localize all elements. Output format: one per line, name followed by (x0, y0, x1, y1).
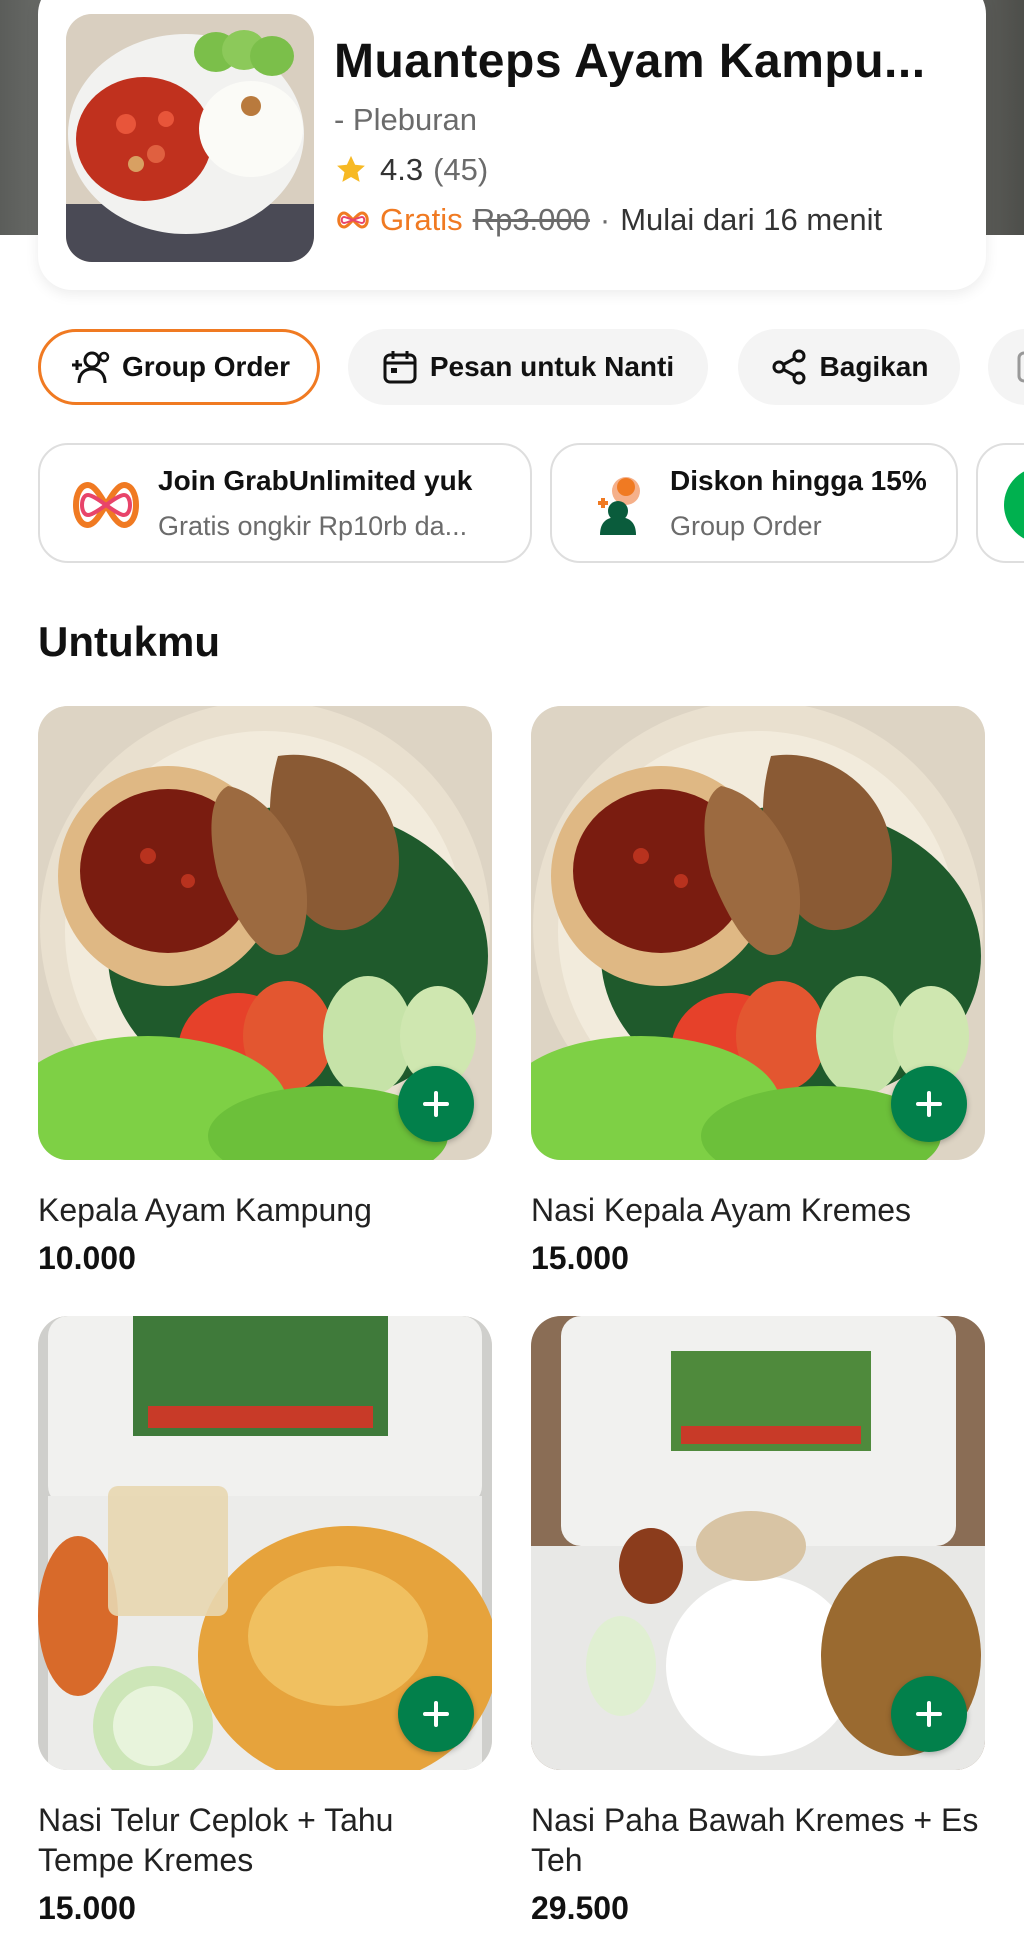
menu-item-price: 10.000 (38, 1240, 136, 1276)
add-to-cart-button[interactable] (398, 1066, 474, 1142)
share-icon (772, 349, 806, 385)
delivery-eta: Mulai dari 16 menit (620, 202, 883, 237)
menu-item[interactable]: Nasi Telur Ceplok + Tahu Tempe Kremes 15… (38, 1316, 492, 1928)
delivery-separator: · (599, 202, 611, 237)
menu-item-name: Nasi Telur Ceplok + Tahu Tempe Kremes (38, 1802, 394, 1878)
menu-item-photo (38, 1316, 492, 1770)
star-icon (337, 155, 365, 182)
group-order-label: Group Order (121, 351, 290, 382)
plus-icon (916, 1091, 942, 1117)
menu-item-name: Kepala Ayam Kampung (38, 1192, 372, 1228)
order-later-button[interactable]: Pesan untuk Nanti (348, 329, 708, 405)
more-actions-button[interactable] (988, 329, 1024, 405)
group-order-button[interactable]: Group Order (38, 329, 320, 405)
add-to-cart-button[interactable] (891, 1676, 967, 1752)
menu-item-price: 15.000 (531, 1240, 629, 1276)
merchant-thumbnail (66, 14, 314, 262)
action-bar: Group Order Pesan untuk Nanti Bagikan (38, 329, 1024, 405)
rating-count: (45) (433, 152, 489, 187)
delivery-original-fee: Rp3.000 (472, 202, 590, 237)
plus-icon (916, 1701, 942, 1727)
add-to-cart-button[interactable] (398, 1676, 474, 1752)
menu-item[interactable]: Nasi Kepala Ayam Kremes 15.000 (531, 706, 985, 1278)
group-users-icon (71, 351, 110, 384)
merchant-name: Muanteps Ayam Kampu... (334, 35, 926, 88)
menu-item[interactable]: Kepala Ayam Kampung 10.000 (38, 706, 492, 1278)
grabunlimited-icon (337, 211, 369, 229)
promo-card-grabunlimited[interactable]: Join GrabUnlimited yuk Gratis ongkir Rp1… (38, 443, 532, 563)
grabunlimited-icon (73, 481, 139, 529)
merchant-info: Muanteps Ayam Kampu... - Pleburan 4.3 (4… (334, 30, 974, 240)
merchant-page: Muanteps Ayam Kampu... - Pleburan 4.3 (4… (0, 0, 1024, 1956)
menu-item-name: Nasi Paha Bawah Kremes + Es Teh (531, 1802, 979, 1878)
rating-value: 4.3 (380, 152, 424, 187)
merchant-rating[interactable]: 4.3 (45) (334, 150, 974, 190)
menu-item-price: 29.500 (531, 1890, 629, 1926)
promo-card-partial[interactable] (976, 443, 1024, 563)
share-button[interactable]: Bagikan (738, 329, 960, 405)
merchant-area: - Pleburan (334, 102, 478, 137)
promo-card-group-discount[interactable]: Diskon hingga 15% Group Order (550, 443, 958, 563)
promo-title: Diskon hingga 15% (670, 465, 927, 496)
menu-item[interactable]: Nasi Paha Bawah Kremes + Es Teh 29.500 (531, 1316, 985, 1928)
promo-badge-icon (1004, 467, 1024, 543)
promo-title: Join GrabUnlimited yuk (158, 465, 473, 496)
share-label: Bagikan (819, 351, 929, 382)
menu-item-photo (531, 706, 985, 1160)
menu-item-photo (531, 1316, 985, 1770)
menu-item-photo (38, 706, 492, 1160)
promo-subtitle: Gratis ongkir Rp10rb da... (158, 511, 468, 541)
calendar-icon (383, 351, 417, 384)
order-later-label: Pesan untuk Nanti (429, 351, 675, 382)
menu-item-price: 15.000 (38, 1890, 136, 1926)
more-icon (1017, 351, 1024, 383)
plus-icon (423, 1701, 449, 1727)
promo-subtitle: Group Order (670, 511, 822, 541)
delivery-info[interactable]: Gratis Rp3.000 · Mulai dari 16 menit (334, 200, 974, 240)
plus-icon (423, 1091, 449, 1117)
group-discount-icon (598, 477, 640, 535)
promo-carousel: Join GrabUnlimited yuk Gratis ongkir Rp1… (38, 443, 1024, 563)
menu-item-name: Nasi Kepala Ayam Kremes (531, 1192, 912, 1228)
add-to-cart-button[interactable] (891, 1066, 967, 1142)
section-title: Untukmu (38, 618, 220, 665)
delivery-free: Gratis (380, 202, 463, 237)
